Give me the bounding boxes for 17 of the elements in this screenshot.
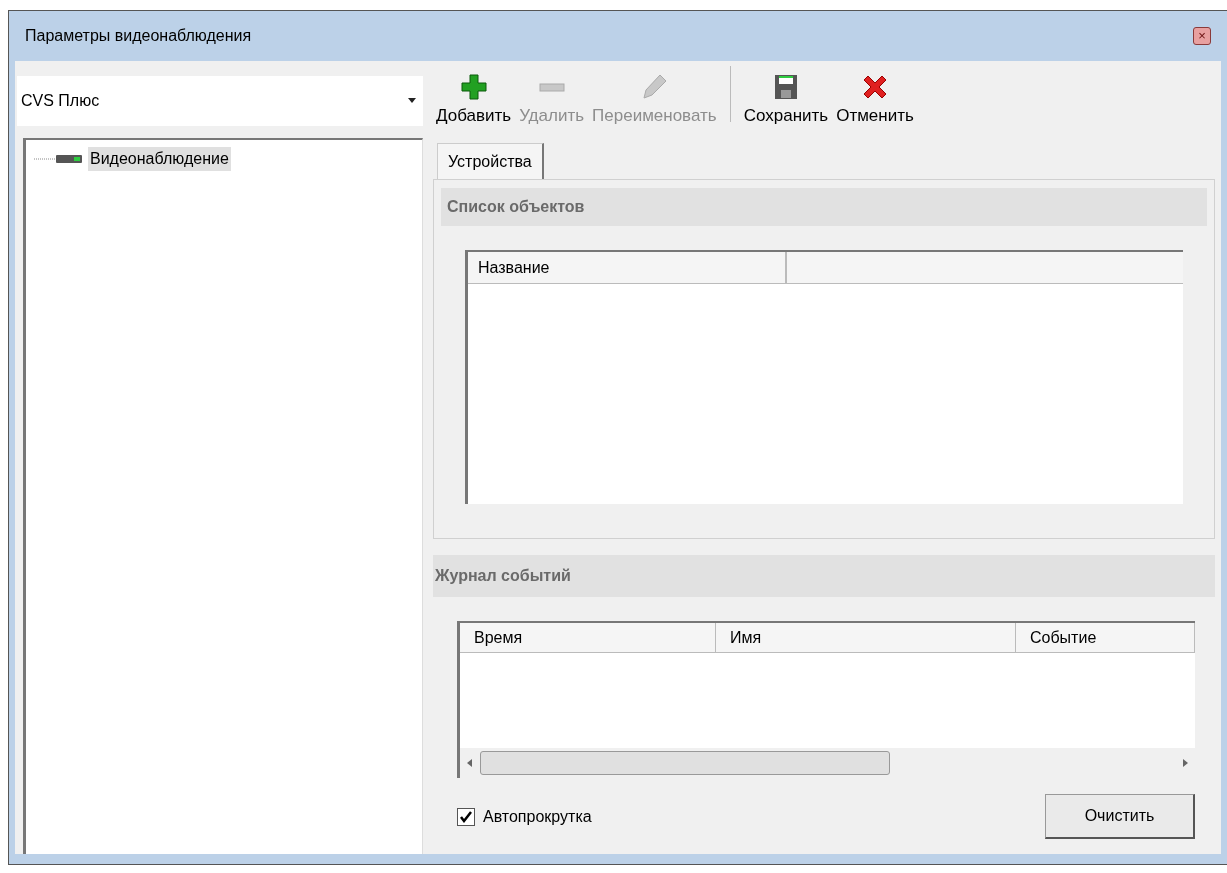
section-title: Список объектов xyxy=(447,197,585,217)
save-button[interactable]: Сохранить xyxy=(740,73,832,127)
tab[interactable]: Устройства xyxy=(437,143,544,179)
window-title: Параметры видеонаблюдения xyxy=(25,26,252,46)
clear-button[interactable]: Очистить xyxy=(1045,794,1195,839)
close-button[interactable]: × xyxy=(1193,27,1211,45)
section-title: Журнал событий xyxy=(435,566,571,586)
dropdown[interactable]: CVS Плюс xyxy=(17,76,423,126)
add-button[interactable]: Добавить xyxy=(433,73,515,127)
column-header[interactable]: Имя xyxy=(716,623,1016,652)
column-header[interactable]: Событие xyxy=(1016,623,1195,652)
dropdown-value: CVS Плюс xyxy=(21,91,100,111)
tree-item[interactable]: Видеонаблюдение xyxy=(88,147,231,171)
cancel-button[interactable]: Отменить xyxy=(833,73,917,127)
checkbox-label: Автопрокрутка xyxy=(483,806,592,827)
column-header[interactable]: Время xyxy=(460,623,716,652)
column-header[interactable]: Название xyxy=(468,252,786,283)
